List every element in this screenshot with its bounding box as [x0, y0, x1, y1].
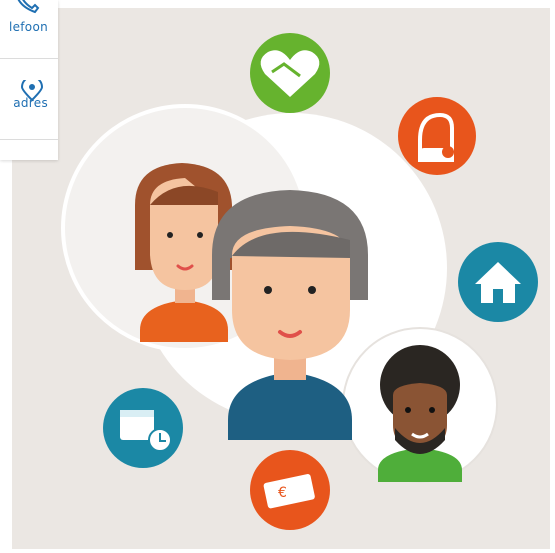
care-illustration: € [61, 33, 538, 530]
calendar-clock-icon [103, 388, 183, 468]
divider [0, 139, 58, 140]
divider [0, 58, 58, 59]
address-label: adres [13, 96, 48, 110]
money-euro-icon: € [250, 450, 330, 530]
heart-handshake-icon [250, 33, 330, 113]
home-icon [458, 242, 538, 322]
vacuum-cleaner-icon [398, 97, 476, 175]
phone-label: lefoon [8, 20, 48, 34]
phone-link[interactable]: lefoon [0, 0, 58, 60]
older-woman-avatar [212, 190, 368, 440]
phone-icon [0, 0, 58, 18]
contact-menu: lefoon adres [0, 0, 58, 160]
svg-text:€: € [278, 485, 287, 501]
address-link[interactable]: adres [0, 76, 58, 136]
